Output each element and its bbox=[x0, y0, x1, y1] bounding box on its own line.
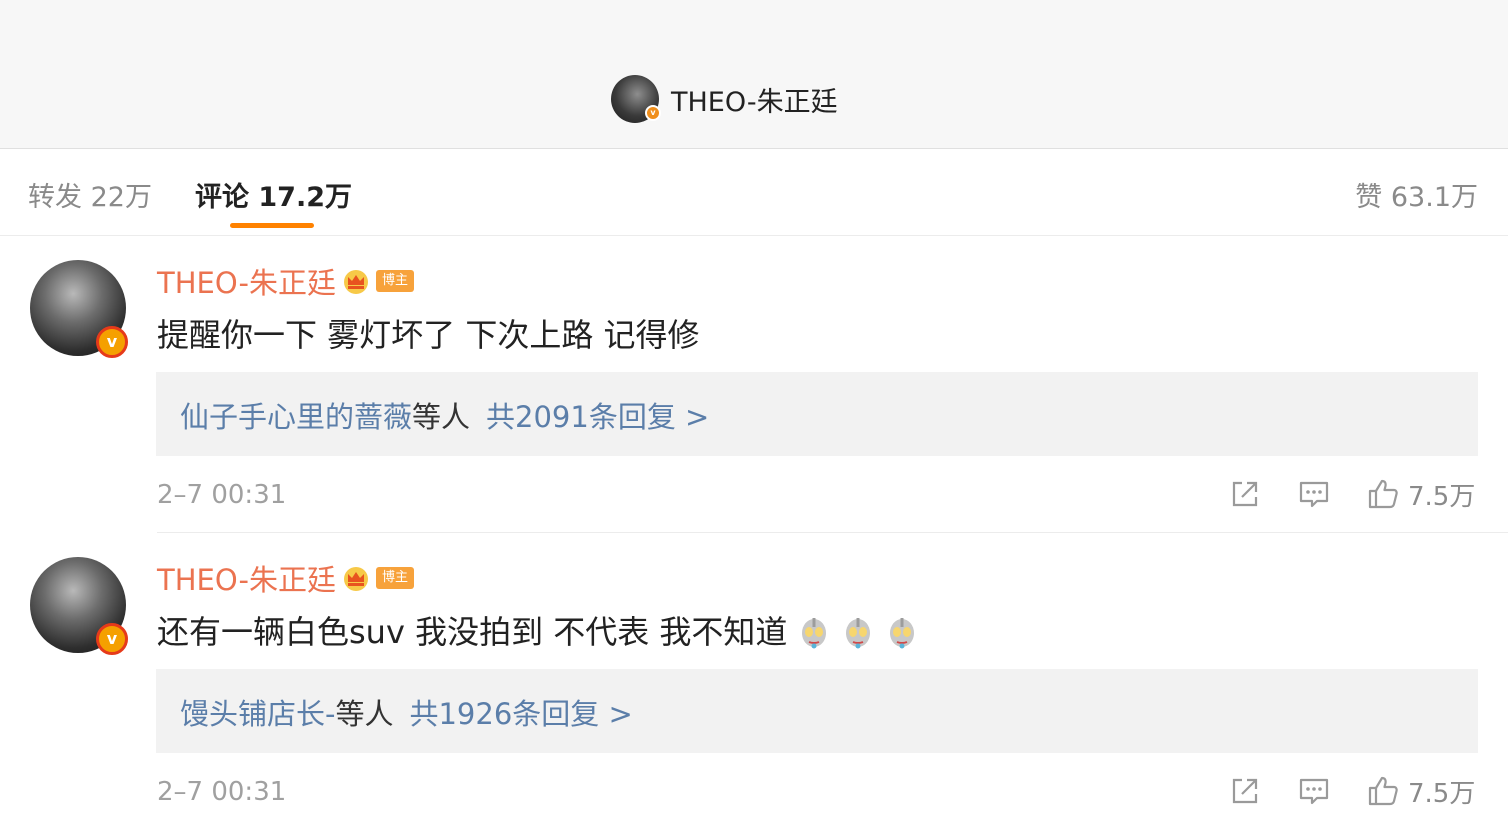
thumbs-up-icon bbox=[1368, 479, 1398, 509]
comment-button[interactable] bbox=[1297, 773, 1331, 809]
comment-icon bbox=[1299, 778, 1329, 805]
comment-text: 还有一辆白色suv 我没拍到 不代表 我不知道 bbox=[157, 613, 788, 651]
reply-summary[interactable]: 馒头铺店长-等人 共1926条回复 > bbox=[156, 669, 1478, 753]
comment-divider bbox=[157, 532, 1508, 533]
reply-users[interactable]: 仙子手心里的蔷薇 bbox=[180, 400, 412, 434]
tab-comment[interactable]: 评论 17.2万 bbox=[195, 175, 352, 214]
reply-summary[interactable]: 仙子手心里的蔷薇等人 共2091条回复 > bbox=[156, 372, 1478, 456]
verified-icon: v bbox=[645, 105, 661, 121]
comment-time: 2–7 00:31 bbox=[157, 480, 287, 510]
like-button[interactable]: 7.5万 bbox=[1366, 773, 1475, 809]
reply-count-link[interactable]: 共2091条回复 > bbox=[486, 400, 709, 434]
tab-like[interactable]: 赞 63.1万 bbox=[1355, 175, 1478, 214]
reply-suffix: 等人 bbox=[335, 697, 394, 731]
comment-icon bbox=[1299, 481, 1329, 508]
share-button[interactable] bbox=[1228, 773, 1262, 809]
author-badge: 博主 bbox=[375, 567, 414, 589]
share-icon bbox=[1232, 481, 1258, 507]
ultraman-emoji-icon bbox=[802, 618, 827, 649]
comment-text-line: 还有一辆白色suv 我没拍到 不代表 我不知道 bbox=[157, 607, 919, 653]
comment-time: 2–7 00:31 bbox=[157, 777, 287, 807]
comment-button[interactable] bbox=[1297, 476, 1331, 512]
like-count: 7.5万 bbox=[1408, 778, 1476, 809]
tab-repost[interactable]: 转发 22万 bbox=[28, 175, 152, 214]
top-bar: v THEO-朱正廷 bbox=[0, 0, 1508, 149]
comment-text: 提醒你一下 雾灯坏了 下次上路 记得修 bbox=[157, 316, 700, 354]
crown-icon bbox=[342, 565, 370, 591]
avatar[interactable]: v bbox=[30, 557, 128, 655]
thumbs-up-icon bbox=[1368, 776, 1398, 806]
reply-count-link[interactable]: 共1926条回复 > bbox=[409, 697, 632, 731]
like-count: 7.5万 bbox=[1408, 481, 1476, 512]
like-button[interactable]: 7.5万 bbox=[1366, 476, 1475, 512]
comment-user: THEO-朱正廷 博主 bbox=[157, 260, 414, 302]
reply-users[interactable]: 馒头铺店长- bbox=[180, 697, 335, 731]
comment-user: THEO-朱正廷 博主 bbox=[157, 557, 414, 599]
verified-icon: v bbox=[96, 623, 128, 655]
tab-bar: 转发 22万 评论 17.2万 赞 63.1万 bbox=[0, 149, 1508, 236]
header-avatar[interactable]: v bbox=[611, 75, 661, 123]
author-badge: 博主 bbox=[375, 270, 414, 292]
ultraman-emoji-icon bbox=[846, 618, 871, 649]
comment-user-name[interactable]: THEO-朱正廷 bbox=[157, 557, 336, 599]
header-user[interactable]: v THEO-朱正廷 bbox=[611, 74, 838, 124]
comment-user-name[interactable]: THEO-朱正廷 bbox=[157, 260, 336, 302]
avatar[interactable]: v bbox=[30, 260, 128, 358]
verified-icon: v bbox=[96, 326, 128, 358]
share-button[interactable] bbox=[1228, 476, 1262, 512]
header-user-name[interactable]: THEO-朱正廷 bbox=[671, 80, 838, 119]
crown-icon bbox=[342, 268, 370, 294]
ultraman-emoji-icon bbox=[890, 618, 915, 649]
reply-suffix: 等人 bbox=[412, 400, 471, 434]
share-icon bbox=[1232, 778, 1258, 804]
active-tab-indicator bbox=[230, 223, 314, 228]
